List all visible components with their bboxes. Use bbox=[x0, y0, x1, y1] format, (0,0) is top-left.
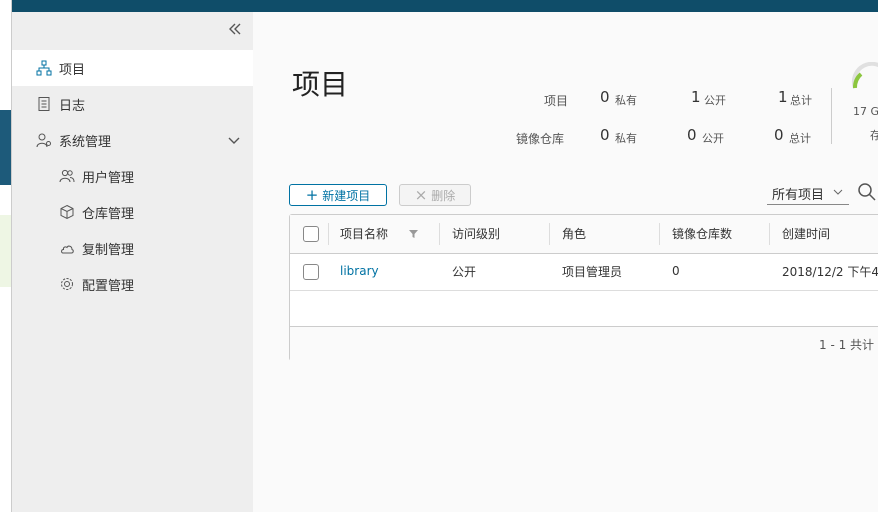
projects-icon bbox=[36, 60, 52, 76]
background-window-edge bbox=[0, 0, 12, 512]
storage-gauge bbox=[849, 61, 878, 102]
table-row: library 公开 项目管理员 0 2018/12/2 下午4 bbox=[290, 254, 878, 291]
project-role: 项目管理员 bbox=[562, 265, 623, 279]
background-window-block bbox=[0, 215, 11, 287]
search-icon[interactable] bbox=[857, 182, 877, 202]
stat-public-count: 1 bbox=[691, 88, 701, 106]
stat-public-label: 公开 bbox=[702, 132, 724, 145]
page-title: 项目 bbox=[292, 68, 349, 101]
stat-total-count: 1 bbox=[778, 88, 788, 106]
sidebar-item-label: 项目 bbox=[59, 62, 86, 78]
filter-icon[interactable] bbox=[408, 228, 419, 243]
plus-icon: + bbox=[305, 185, 319, 204]
stat-total-label: 总计 bbox=[790, 94, 812, 107]
stat-private-label: 私有 bbox=[615, 94, 637, 107]
users-icon bbox=[59, 168, 75, 184]
sidebar-item-logs[interactable]: 日志 bbox=[12, 86, 253, 122]
sidebar-item-admin[interactable]: 系统管理 bbox=[12, 122, 253, 158]
stat-public-count: 0 bbox=[687, 126, 697, 144]
collapse-sidebar-icon[interactable] bbox=[228, 22, 248, 40]
sidebar: 项目 日志 系统管理 用户管理 仓库管理 复制管理 配置管理 bbox=[12, 12, 253, 512]
stat-total-count: 0 bbox=[774, 126, 784, 144]
gear-icon bbox=[59, 276, 75, 292]
sidebar-item-label: 配置管理 bbox=[82, 278, 135, 294]
sidebar-item-configuration[interactable]: 配置管理 bbox=[12, 266, 253, 302]
sidebar-item-label: 用户管理 bbox=[82, 170, 135, 186]
stat-label: 镜像仓库 bbox=[516, 132, 565, 146]
stat-private-count: 0 bbox=[600, 88, 610, 106]
column-header-created[interactable]: 创建时间 bbox=[782, 225, 830, 242]
project-access-level: 公开 bbox=[452, 265, 477, 279]
stat-private-label: 私有 bbox=[615, 132, 637, 145]
logs-icon bbox=[36, 96, 52, 112]
sidebar-item-users[interactable]: 用户管理 bbox=[12, 158, 253, 194]
sidebar-item-projects[interactable]: 项目 bbox=[12, 50, 253, 86]
delete-label: 删除 bbox=[431, 188, 456, 203]
chevron-down-icon[interactable] bbox=[227, 133, 241, 147]
storage-label: 存 bbox=[870, 129, 878, 142]
sidebar-item-replication[interactable]: 复制管理 bbox=[12, 230, 253, 266]
top-header-bar bbox=[12, 0, 878, 12]
sidebar-item-repositories[interactable]: 仓库管理 bbox=[12, 194, 253, 230]
column-divider bbox=[328, 223, 329, 245]
column-header-access[interactable]: 访问级别 bbox=[452, 225, 500, 242]
delete-button[interactable]: × 删除 bbox=[399, 184, 471, 206]
column-divider bbox=[549, 223, 550, 245]
sidebar-item-label: 系统管理 bbox=[59, 134, 112, 150]
sidebar-item-label: 日志 bbox=[59, 98, 86, 114]
chevron-down-icon bbox=[833, 186, 843, 196]
cloud-icon bbox=[59, 240, 75, 256]
new-project-button[interactable]: + 新建项目 bbox=[289, 184, 387, 206]
main-content: 项目 项目 0 私有 1 公开 1 总计 镜像仓库 0 私有 0 公开 0 总计… bbox=[253, 12, 878, 512]
storage-usage-text: 17 G bbox=[853, 105, 878, 118]
column-header-name[interactable]: 项目名称 bbox=[340, 225, 388, 242]
stat-total-label: 总计 bbox=[789, 132, 811, 145]
sidebar-item-label: 仓库管理 bbox=[82, 206, 135, 222]
table-footer: 1 - 1 共计 1 bbox=[290, 326, 878, 361]
new-project-label: 新建项目 bbox=[322, 188, 371, 203]
box-icon bbox=[59, 204, 75, 220]
project-name-link[interactable]: library bbox=[340, 264, 379, 278]
column-header-repo-count[interactable]: 镜像仓库数 bbox=[672, 225, 732, 242]
row-checkbox[interactable] bbox=[303, 264, 319, 280]
background-window-block bbox=[0, 110, 11, 185]
project-filter-select[interactable]: 所有项目 bbox=[767, 182, 849, 205]
column-divider bbox=[659, 223, 660, 245]
project-created-time: 2018/12/2 下午4 bbox=[782, 265, 878, 279]
stat-private-count: 0 bbox=[600, 126, 610, 144]
pagination-summary: 1 - 1 共计 1 bbox=[819, 338, 878, 352]
admin-icon bbox=[36, 132, 52, 148]
filter-selected-value: 所有项目 bbox=[772, 188, 825, 203]
sidebar-item-label: 复制管理 bbox=[82, 242, 135, 258]
stat-label: 项目 bbox=[544, 94, 569, 108]
close-icon: × bbox=[414, 185, 428, 204]
stats-divider bbox=[831, 88, 832, 144]
select-all-checkbox[interactable] bbox=[303, 226, 319, 242]
column-header-role[interactable]: 角色 bbox=[562, 225, 586, 242]
column-divider bbox=[769, 223, 770, 245]
table-header: 项目名称 访问级别 角色 镜像仓库数 创建时间 bbox=[290, 215, 878, 254]
project-repo-count: 0 bbox=[672, 264, 680, 278]
projects-table: 项目名称 访问级别 角色 镜像仓库数 创建时间 library 公开 项目管理员… bbox=[289, 214, 878, 361]
stat-public-label: 公开 bbox=[704, 94, 726, 107]
column-divider bbox=[439, 223, 440, 245]
